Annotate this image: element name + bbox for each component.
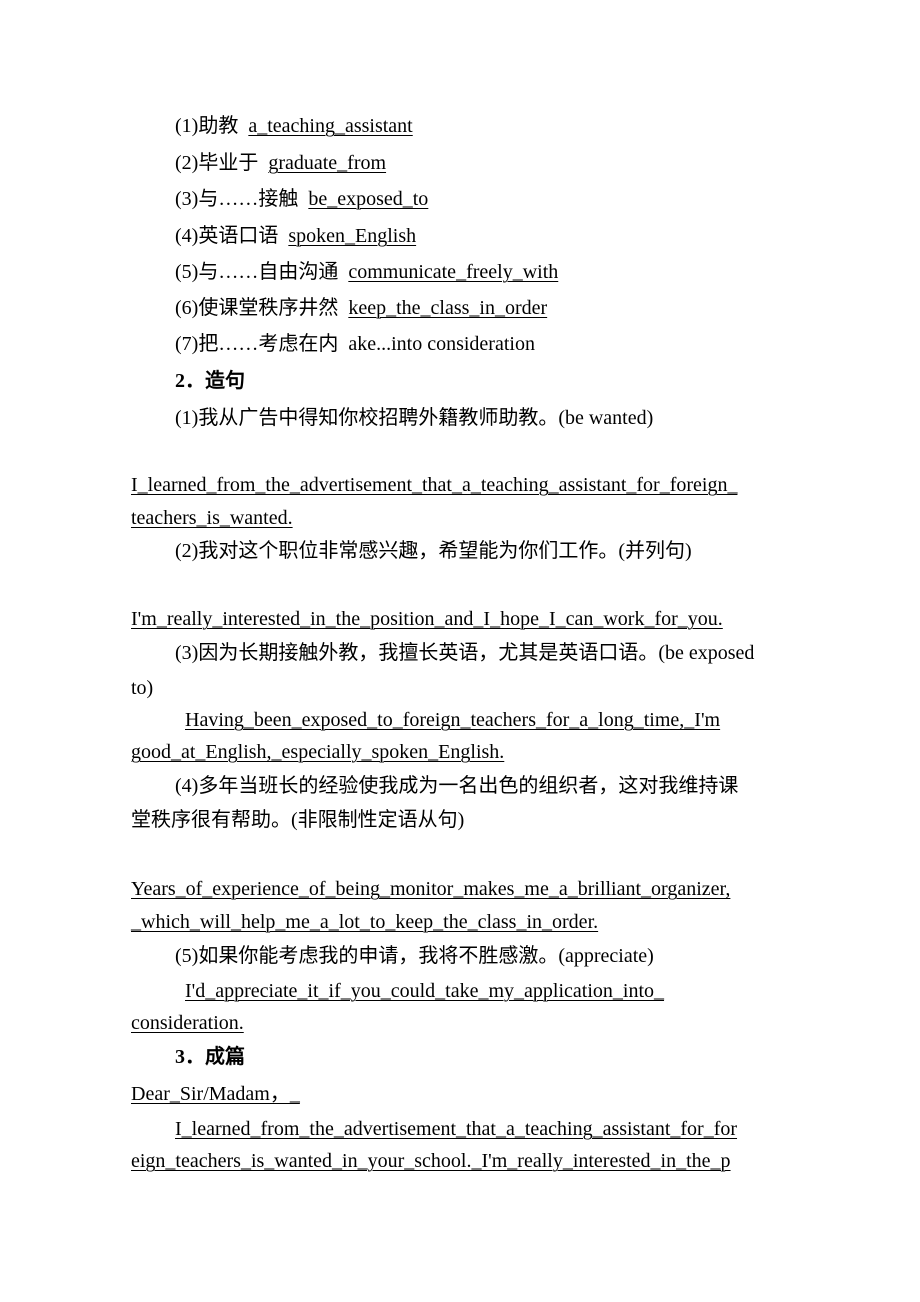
q2-prompt: (2)我对这个职位非常感兴趣，希望能为你们工作。(并列句) (175, 540, 692, 562)
q5-answer-line2: consideration. (131, 1012, 244, 1034)
letter-paragraph-line2: eign_teachers_is_wanted_in_your_school._… (131, 1150, 731, 1172)
q1-prompt: (1)我从广告中得知你校招聘外籍教师助教。(be wanted) (175, 407, 654, 429)
phrase-answer: communicate_freely_with (348, 261, 559, 283)
q3-answer-line2: good_at_English,_especially_spoken_Engli… (131, 741, 505, 763)
phrase-item-4: (4)英语口语 spoken_English (175, 224, 416, 248)
phrase-item-1: (1)助教 a_teaching_assistant (175, 114, 413, 138)
q2-answer-line1: I'm_really_interested_in_the_position_an… (131, 608, 723, 630)
phrase-cn: (2)毕业于 (175, 152, 259, 174)
phrase-answer: a_teaching_assistant (248, 115, 413, 137)
q4-prompt-line2: 堂秩序很有帮助。(非限制性定语从句) (131, 809, 465, 831)
section-heading-sentences: 2．造句 (175, 370, 245, 392)
letter-paragraph-line1: I_learned_from_the_advertisement_that_a_… (175, 1118, 738, 1140)
phrase-answer: graduate_from (268, 152, 387, 174)
phrase-cn: (4)英语口语 (175, 225, 279, 247)
q1-answer-line2: teachers_is_wanted. (131, 507, 293, 529)
phrase-answer: keep_the_class_in_order (348, 297, 548, 319)
phrase-item-6: (6)使课堂秩序井然 keep_the_class_in_order (175, 296, 547, 320)
phrase-answer: be_exposed_to (308, 188, 429, 210)
phrase-item-5: (5)与……自由沟通 communicate_freely_with (175, 260, 558, 284)
q5-prompt: (5)如果你能考虑我的申请，我将不胜感激。(appreciate) (175, 945, 654, 967)
q4-prompt-line1: (4)多年当班长的经验使我成为一名出色的组织者，这对我维持课 (175, 775, 739, 797)
section-heading-composition: 3．成篇 (175, 1046, 245, 1068)
q4-answer-line1: Years_of_experience_of_being_monitor_mak… (131, 878, 731, 900)
phrase-answer: ake...into consideration (348, 333, 535, 355)
phrase-cn: (3)与……接触 (175, 188, 299, 210)
q3-prompt-line2: to) (131, 677, 154, 699)
q3-answer-line1: Having_been_exposed_to_foreign_teachers_… (185, 709, 721, 731)
q1-answer-line1: I_learned_from_the_advertisement_that_a_… (131, 474, 738, 496)
phrase-cn: (5)与……自由沟通 (175, 261, 339, 283)
phrase-cn: (1)助教 (175, 115, 239, 137)
phrase-item-2: (2)毕业于 graduate_from (175, 151, 386, 175)
q4-answer-line2: _which_will_help_me_a_lot_to_keep_the_cl… (131, 911, 599, 933)
letter-salutation: Dear_Sir/Madam，_ (131, 1083, 300, 1105)
q3-prompt-line1: (3)因为长期接触外教，我擅长英语，尤其是英语口语。(be exposed (175, 642, 755, 664)
phrase-cn: (7)把……考虑在内 (175, 333, 339, 355)
phrase-answer: spoken_English (288, 225, 417, 247)
q5-answer-line1: I'd_appreciate_it_if_you_could_take_my_a… (185, 980, 665, 1002)
phrase-cn: (6)使课堂秩序井然 (175, 297, 339, 319)
phrase-item-3: (3)与……接触 be_exposed_to (175, 187, 428, 211)
phrase-item-7: (7)把……考虑在内 ake...into consideration (175, 332, 535, 356)
